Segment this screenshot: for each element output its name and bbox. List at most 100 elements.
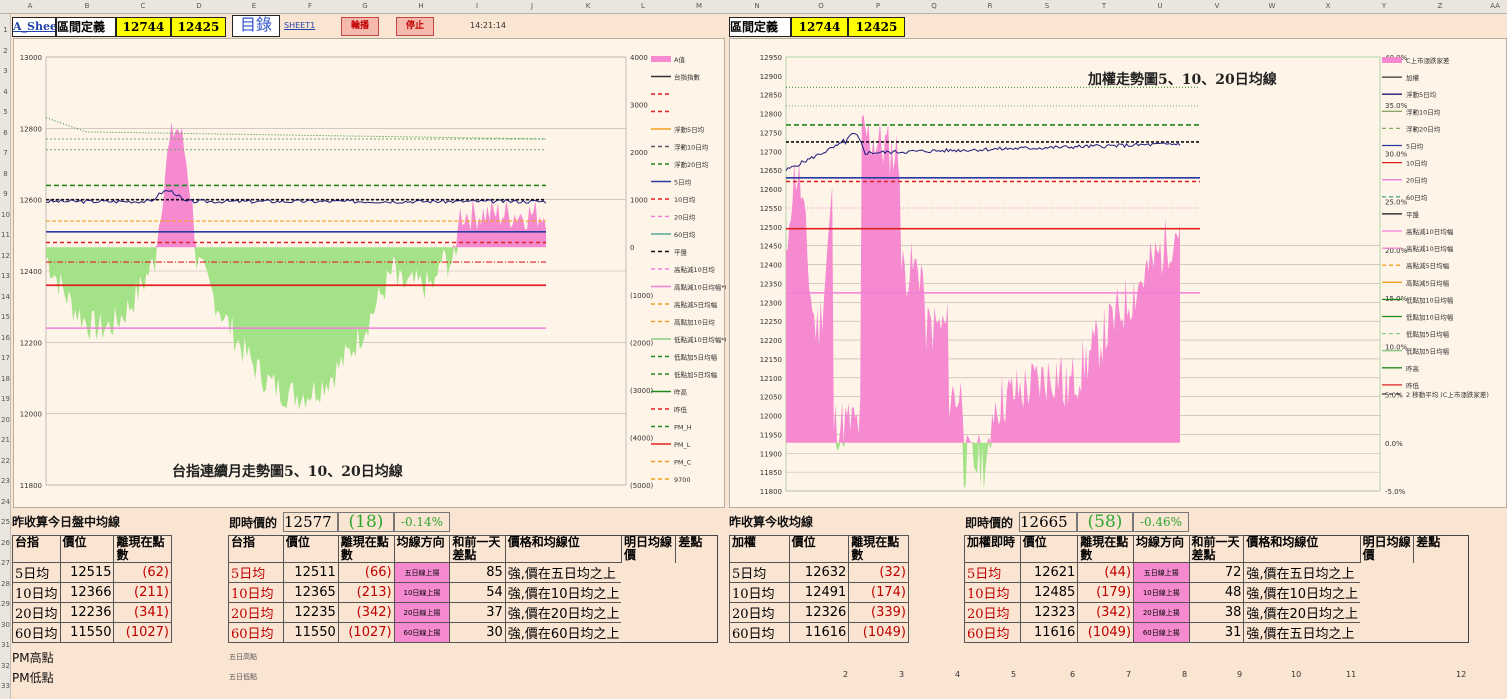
catalog-link[interactable]: 目錄	[232, 15, 280, 37]
row-number[interactable]: 16	[0, 334, 11, 342]
row-number[interactable]: 20	[0, 416, 11, 424]
column-header-t[interactable]: T	[1094, 2, 1114, 10]
row-number[interactable]: 14	[0, 293, 11, 301]
page-number: 10	[1291, 670, 1302, 679]
page-number: 9	[1237, 670, 1243, 679]
row-number[interactable]: 2	[0, 47, 11, 55]
table-cell: 20日均	[228, 602, 284, 623]
column-header-l[interactable]: L	[633, 2, 653, 10]
table-cell: (342)	[1077, 602, 1135, 623]
column-header-x[interactable]: X	[1318, 2, 1338, 10]
y-tick-label: 12800	[20, 125, 42, 133]
stop-button[interactable]: 停止	[396, 17, 434, 36]
column-header: 和前一天差點	[449, 535, 506, 563]
right-chart-title: 加權走勢圖5、10、20日均線	[1088, 72, 1277, 88]
row-number[interactable]: 18	[0, 375, 11, 383]
y-tick-label: 12700	[760, 148, 782, 156]
column-header-d[interactable]: D	[189, 2, 209, 10]
table-cell: (1027)	[113, 622, 172, 643]
row-number[interactable]: 3	[0, 67, 11, 75]
table-row: 60日均 11550 (1027)	[12, 622, 172, 643]
table-cell: 60日均	[964, 622, 1021, 643]
column-header-f[interactable]: F	[300, 2, 320, 10]
table-cell: 強,價在五日均之上	[1243, 622, 1361, 643]
row-number[interactable]: 33	[0, 682, 11, 690]
column-header-r[interactable]: R	[980, 2, 1000, 10]
y-tick-label: 12250	[760, 318, 782, 326]
right-chart[interactable]: 12950 12900 12850 12800 12750 12700 12650 12600…	[729, 38, 1507, 508]
table-cell: 強,價在10日均之上	[1243, 582, 1361, 603]
row-number[interactable]: 8	[0, 170, 11, 178]
row-number[interactable]: 13	[0, 272, 11, 280]
column-header: 均線方向	[393, 535, 451, 563]
y-tick-label: 12350	[760, 280, 782, 288]
column-header-aa[interactable]: AA	[1485, 2, 1505, 10]
row-number[interactable]: 11	[0, 231, 11, 239]
column-header-a[interactable]: A	[20, 2, 40, 10]
column-header-b[interactable]: B	[77, 2, 97, 10]
column-header-w[interactable]: W	[1262, 2, 1282, 10]
column-header-g[interactable]: G	[355, 2, 375, 10]
column-header-p[interactable]: P	[868, 2, 888, 10]
column-header-y[interactable]: Y	[1374, 2, 1394, 10]
column-header-v[interactable]: V	[1207, 2, 1227, 10]
row-number[interactable]: 21	[0, 436, 11, 444]
row-number[interactable]: 23	[0, 477, 11, 485]
row-number[interactable]: 10	[0, 211, 11, 219]
row-number[interactable]: 4	[0, 88, 11, 96]
row-number[interactable]: 30	[0, 621, 11, 629]
column-header-e[interactable]: E	[244, 2, 264, 10]
column-header-j[interactable]: J	[522, 2, 542, 10]
row-number[interactable]: 9	[0, 190, 11, 198]
legend-swatch	[1382, 57, 1402, 63]
table-cell	[676, 623, 718, 643]
rotate-button[interactable]: 輪播	[341, 17, 379, 36]
row-number[interactable]: 1	[0, 26, 11, 34]
row-number[interactable]: 29	[0, 600, 11, 608]
row-number[interactable]: 12	[0, 252, 11, 260]
table-cell: (339)	[848, 602, 909, 623]
sec3-title: 昨收算今收均線	[729, 515, 814, 529]
row-number[interactable]: 22	[0, 457, 11, 465]
row-number[interactable]: 24	[0, 498, 11, 506]
y2-tick-label: -5.0%	[1385, 488, 1406, 496]
row-number[interactable]: 6	[0, 129, 11, 137]
row-number[interactable]: 17	[0, 354, 11, 362]
y-tick-label: 12850	[760, 92, 782, 100]
legend-label: 20日均	[1406, 176, 1428, 185]
column-header-z[interactable]: Z	[1430, 2, 1450, 10]
row-number[interactable]: 5	[0, 108, 11, 116]
row-number[interactable]: 28	[0, 580, 11, 588]
page-number: 11	[1346, 670, 1357, 679]
row-number[interactable]: 7	[0, 149, 11, 157]
column-header-o[interactable]: O	[811, 2, 831, 10]
column-header-m[interactable]: M	[689, 2, 709, 10]
row-number[interactable]: 25	[0, 518, 11, 526]
legend-label: 平盤	[674, 248, 688, 257]
legend-label: 高點減10日均幅	[1406, 227, 1454, 236]
table-cell: (211)	[113, 582, 172, 603]
column-header-i[interactable]: I	[467, 2, 487, 10]
column-header-h[interactable]: H	[411, 2, 431, 10]
row-number[interactable]: 31	[0, 641, 11, 649]
column-header-c[interactable]: C	[133, 2, 153, 10]
column-header-n[interactable]: N	[747, 2, 767, 10]
column-header-q[interactable]: Q	[924, 2, 944, 10]
sheet-link[interactable]: A_Shee	[12, 17, 56, 37]
row-number[interactable]: 19	[0, 395, 11, 403]
sec4-change: (58)	[1077, 512, 1133, 532]
legend-label: 昨低	[1406, 381, 1420, 390]
row-number[interactable]: 32	[0, 662, 11, 670]
left-chart[interactable]: 13000 12800 12600 12400 12200 12000 11800 4000 3…	[13, 38, 726, 508]
row-number[interactable]: 26	[0, 539, 11, 547]
column-header-k[interactable]: K	[578, 2, 598, 10]
column-header: 離現在點數	[848, 535, 909, 563]
column-header-u[interactable]: U	[1150, 2, 1170, 10]
row-number[interactable]: 27	[0, 559, 11, 567]
column-header: 離現在點數	[337, 535, 395, 563]
page-number: 8	[1182, 670, 1188, 679]
column-header-s[interactable]: S	[1037, 2, 1057, 10]
row-number[interactable]: 15	[0, 313, 11, 321]
y2-tick-label: (1000)	[630, 292, 654, 300]
sheet1-link[interactable]: SHEET1	[284, 21, 315, 30]
